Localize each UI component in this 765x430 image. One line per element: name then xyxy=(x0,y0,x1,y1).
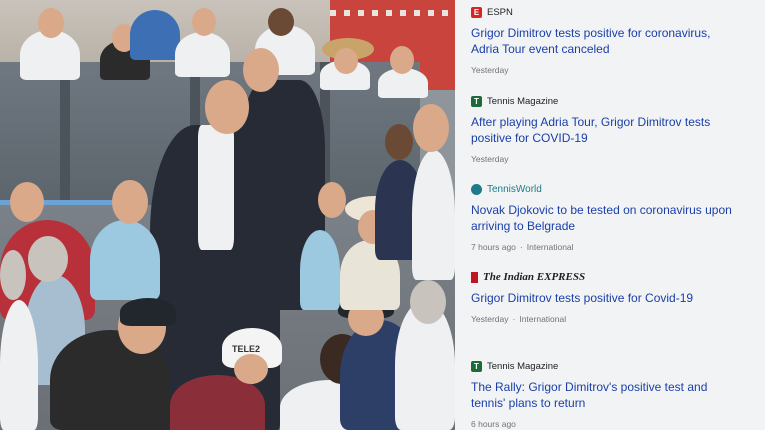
cap-text: TELE2 xyxy=(232,344,261,354)
white-shirt xyxy=(198,125,234,250)
news-meta: 7 hours ago · International xyxy=(471,242,574,252)
news-source: E ESPN xyxy=(471,5,765,19)
spectator-head xyxy=(413,104,449,152)
news-headline[interactable]: The Rally: Grigor Dimitrov's positive te… xyxy=(471,379,741,411)
tennis-magazine-logo-icon: T xyxy=(471,95,482,107)
spectator-head xyxy=(38,8,64,38)
news-source: TennisWorld xyxy=(471,182,765,196)
indian-express-logo-icon xyxy=(471,271,478,283)
source-name: Tennis Magazine xyxy=(487,360,559,372)
news-time: 6 hours ago xyxy=(471,419,516,429)
spectator-head xyxy=(385,124,413,160)
news-tag: International xyxy=(519,314,567,324)
spectator xyxy=(0,300,38,430)
news-headline[interactable]: After playing Adria Tour, Grigor Dimitro… xyxy=(471,114,741,146)
tennis-magazine-logo-icon: T xyxy=(471,360,482,372)
source-name: The Indian EXPRESS xyxy=(483,271,586,283)
source-name: Tennis Magazine xyxy=(487,95,559,107)
spectator-head xyxy=(0,250,26,300)
news-source: T Tennis Magazine xyxy=(471,359,765,373)
spectator xyxy=(412,150,455,280)
news-meta: 6 hours ago xyxy=(471,419,765,429)
spectator xyxy=(130,10,180,60)
news-headline[interactable]: Grigor Dimitrov tests positive for Covid… xyxy=(471,290,741,306)
spectator-head xyxy=(10,182,44,222)
spectator-head xyxy=(205,80,249,134)
crowd-photo: TELE2 xyxy=(0,0,455,430)
spectator-head xyxy=(234,354,268,384)
news-meta: Yesterday xyxy=(471,65,765,75)
source-name: TennisWorld xyxy=(487,183,542,195)
news-panel: E ESPN Grigor Dimitrov tests positive fo… xyxy=(455,0,765,430)
news-meta: Yesterday · International xyxy=(471,314,567,324)
news-time: 7 hours ago xyxy=(471,242,516,252)
spectator xyxy=(90,220,160,300)
source-name: ESPN xyxy=(487,6,513,18)
spectator-head xyxy=(192,8,216,36)
news-card[interactable]: E ESPN Grigor Dimitrov tests positive fo… xyxy=(471,5,765,85)
news-time: Yesterday xyxy=(471,154,509,164)
news-card[interactable]: T Tennis Magazine After playing Adria To… xyxy=(471,94,765,174)
news-tag: International xyxy=(526,242,574,252)
spectator-head xyxy=(318,182,346,218)
news-card[interactable]: TennisWorld Novak Djokovic to be tested … xyxy=(471,182,765,262)
spectator-head xyxy=(28,236,68,282)
spectator-head xyxy=(410,280,446,324)
spectator-head xyxy=(390,46,414,74)
news-headline[interactable]: Grigor Dimitrov tests positive for coron… xyxy=(471,25,741,57)
news-card[interactable]: The Indian EXPRESS Grigor Dimitrov tests… xyxy=(471,270,765,350)
news-time: Yesterday xyxy=(471,65,509,75)
spectator xyxy=(175,32,230,77)
news-source: T Tennis Magazine xyxy=(471,94,765,108)
spectator xyxy=(300,230,340,310)
news-meta: Yesterday xyxy=(471,154,765,164)
news-source: The Indian EXPRESS xyxy=(471,270,765,284)
tennisworld-logo-icon xyxy=(471,183,482,195)
wall-post xyxy=(60,62,70,212)
news-time: Yesterday xyxy=(471,314,509,324)
spectator-head xyxy=(112,180,148,224)
black-cap xyxy=(120,298,176,326)
news-card[interactable]: T Tennis Magazine The Rally: Grigor Dimi… xyxy=(471,359,765,430)
spectator-head xyxy=(268,8,294,36)
espn-logo-icon: E xyxy=(471,6,482,18)
spectator-head xyxy=(243,48,279,92)
news-headline[interactable]: Novak Djokovic to be tested on coronavir… xyxy=(471,202,741,234)
spectator-head xyxy=(334,48,358,74)
